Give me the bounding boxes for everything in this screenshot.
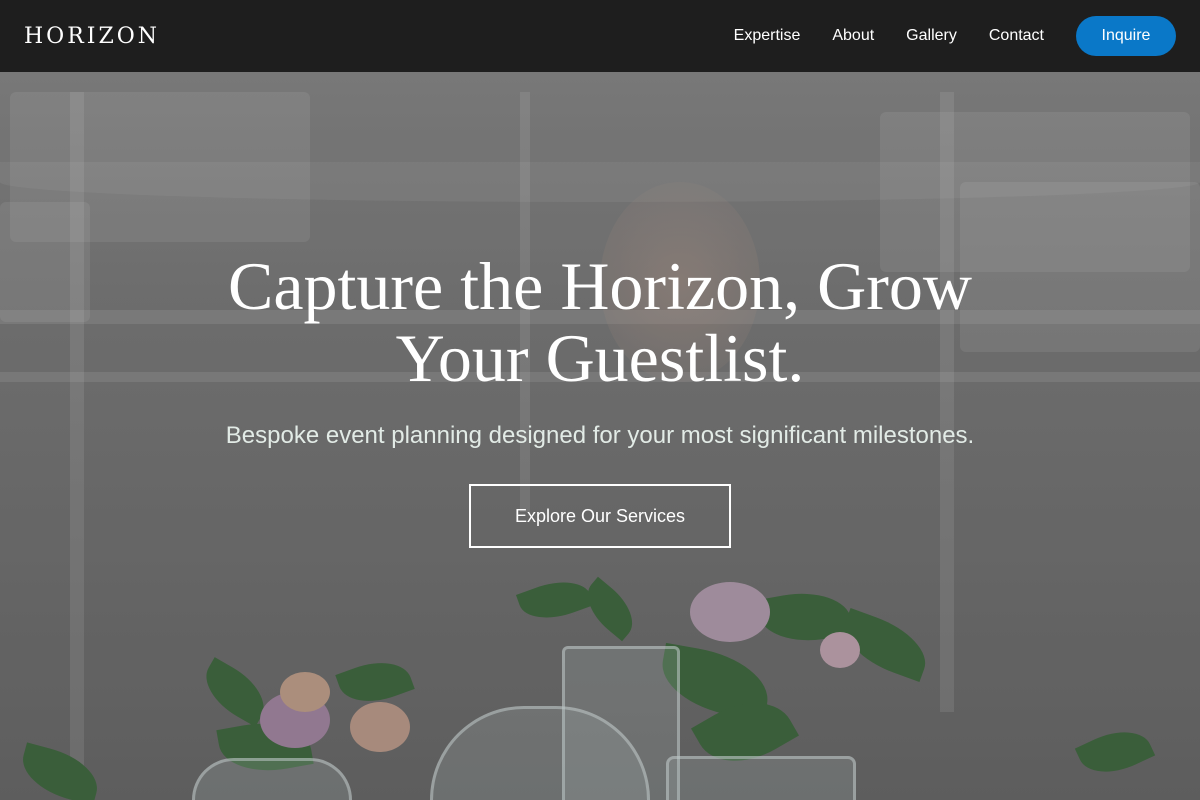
navbar: HORIZON Expertise About Gallery Contact … [0, 0, 1200, 72]
brand-logo[interactable]: HORIZON [24, 24, 160, 49]
hero-subtitle: Bespoke event planning designed for your… [225, 422, 975, 449]
nav-link-contact[interactable]: Contact [989, 27, 1044, 45]
hero-title: Capture the Horizon, Grow Your Guestlist… [227, 248, 972, 396]
inquire-button[interactable]: Inquire [1076, 16, 1176, 56]
nav-link-gallery[interactable]: Gallery [906, 27, 957, 45]
hero-content: Capture the Horizon, Grow Your Guestlist… [0, 250, 1200, 548]
nav-link-about[interactable]: About [832, 27, 874, 45]
nav-link-expertise[interactable]: Expertise [734, 27, 801, 45]
explore-services-button[interactable]: Explore Our Services [469, 484, 731, 548]
hero-section: Capture the Horizon, Grow Your Guestlist… [0, 72, 1200, 800]
nav-links: Expertise About Gallery Contact Inquire [734, 16, 1176, 56]
